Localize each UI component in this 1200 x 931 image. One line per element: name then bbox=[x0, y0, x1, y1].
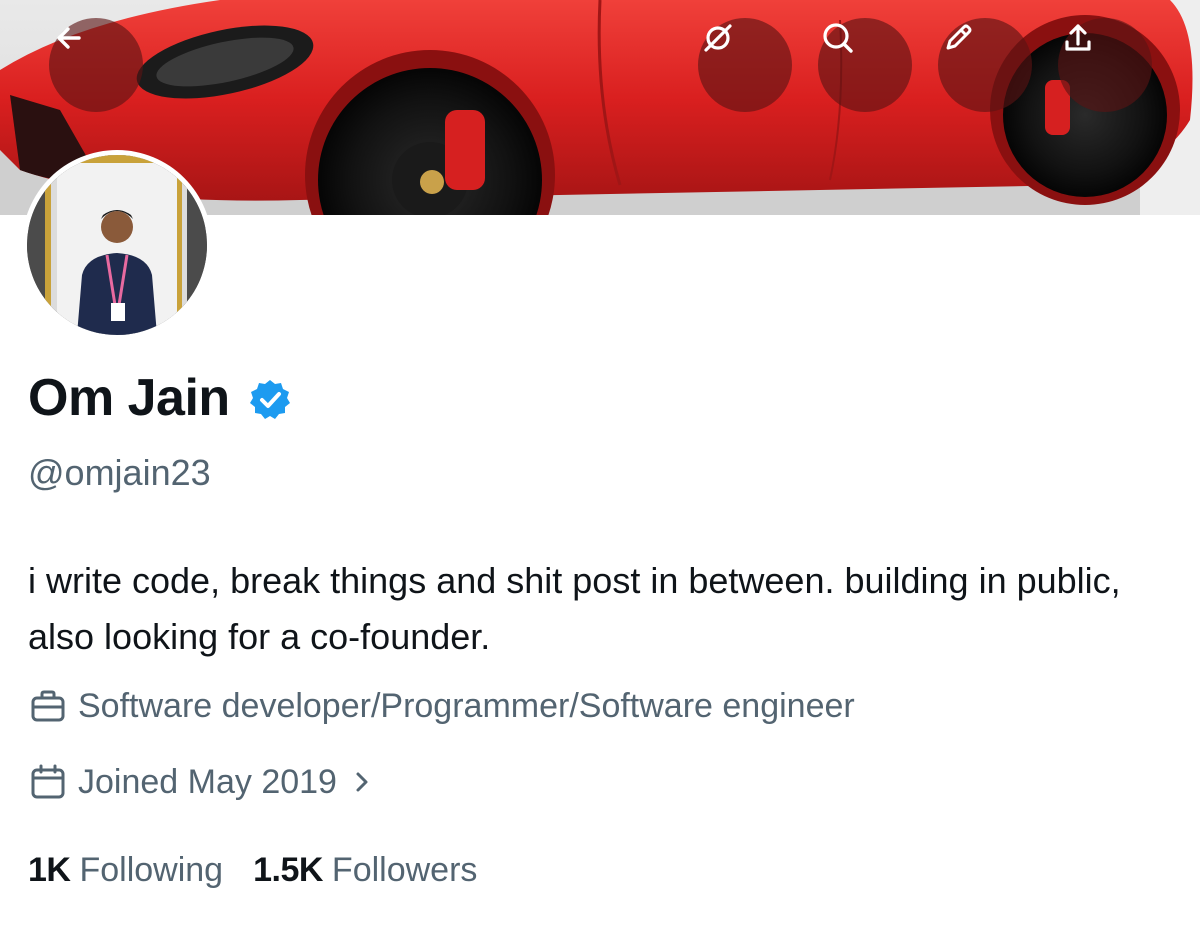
followers-link[interactable]: 1.5K Followers bbox=[253, 851, 477, 890]
followers-label: Followers bbox=[331, 851, 478, 889]
joined-row[interactable]: Joined May 2019 bbox=[28, 762, 373, 802]
back-arrow-icon bbox=[57, 27, 81, 49]
grok-button[interactable] bbox=[698, 18, 792, 112]
follow-stats: 1K Following 1.5K Followers bbox=[28, 851, 507, 890]
briefcase-icon bbox=[31, 690, 65, 722]
following-count: 1K bbox=[28, 851, 71, 889]
edit-pencil-icon bbox=[946, 24, 972, 50]
verified-badge-icon bbox=[249, 380, 290, 419]
avatar[interactable] bbox=[22, 150, 212, 340]
joined-text: Joined May 2019 bbox=[78, 762, 337, 801]
search-button[interactable] bbox=[818, 18, 912, 112]
search-icon bbox=[823, 23, 853, 53]
share-button[interactable] bbox=[1058, 18, 1152, 112]
share-upload-icon bbox=[1065, 24, 1091, 51]
followers-count: 1.5K bbox=[253, 851, 323, 889]
bio: i write code, break things and shit post… bbox=[28, 560, 1121, 657]
profession-row: Software developer/Programmer/Software e… bbox=[28, 686, 855, 726]
calendar-icon bbox=[31, 764, 65, 799]
avatar-image bbox=[27, 155, 207, 335]
following-link[interactable]: 1K Following bbox=[28, 851, 223, 890]
edit-button[interactable] bbox=[938, 18, 1032, 112]
grok-icon bbox=[704, 24, 732, 52]
following-label: Following bbox=[79, 851, 224, 889]
name-row: Om Jain bbox=[28, 368, 292, 428]
user-handle: @omjain23 bbox=[28, 452, 211, 493]
display-name: Om Jain bbox=[28, 369, 230, 427]
chevron-right-icon bbox=[356, 772, 368, 792]
profession-text: Software developer/Programmer/Software e… bbox=[78, 686, 855, 725]
back-button[interactable] bbox=[49, 18, 143, 112]
